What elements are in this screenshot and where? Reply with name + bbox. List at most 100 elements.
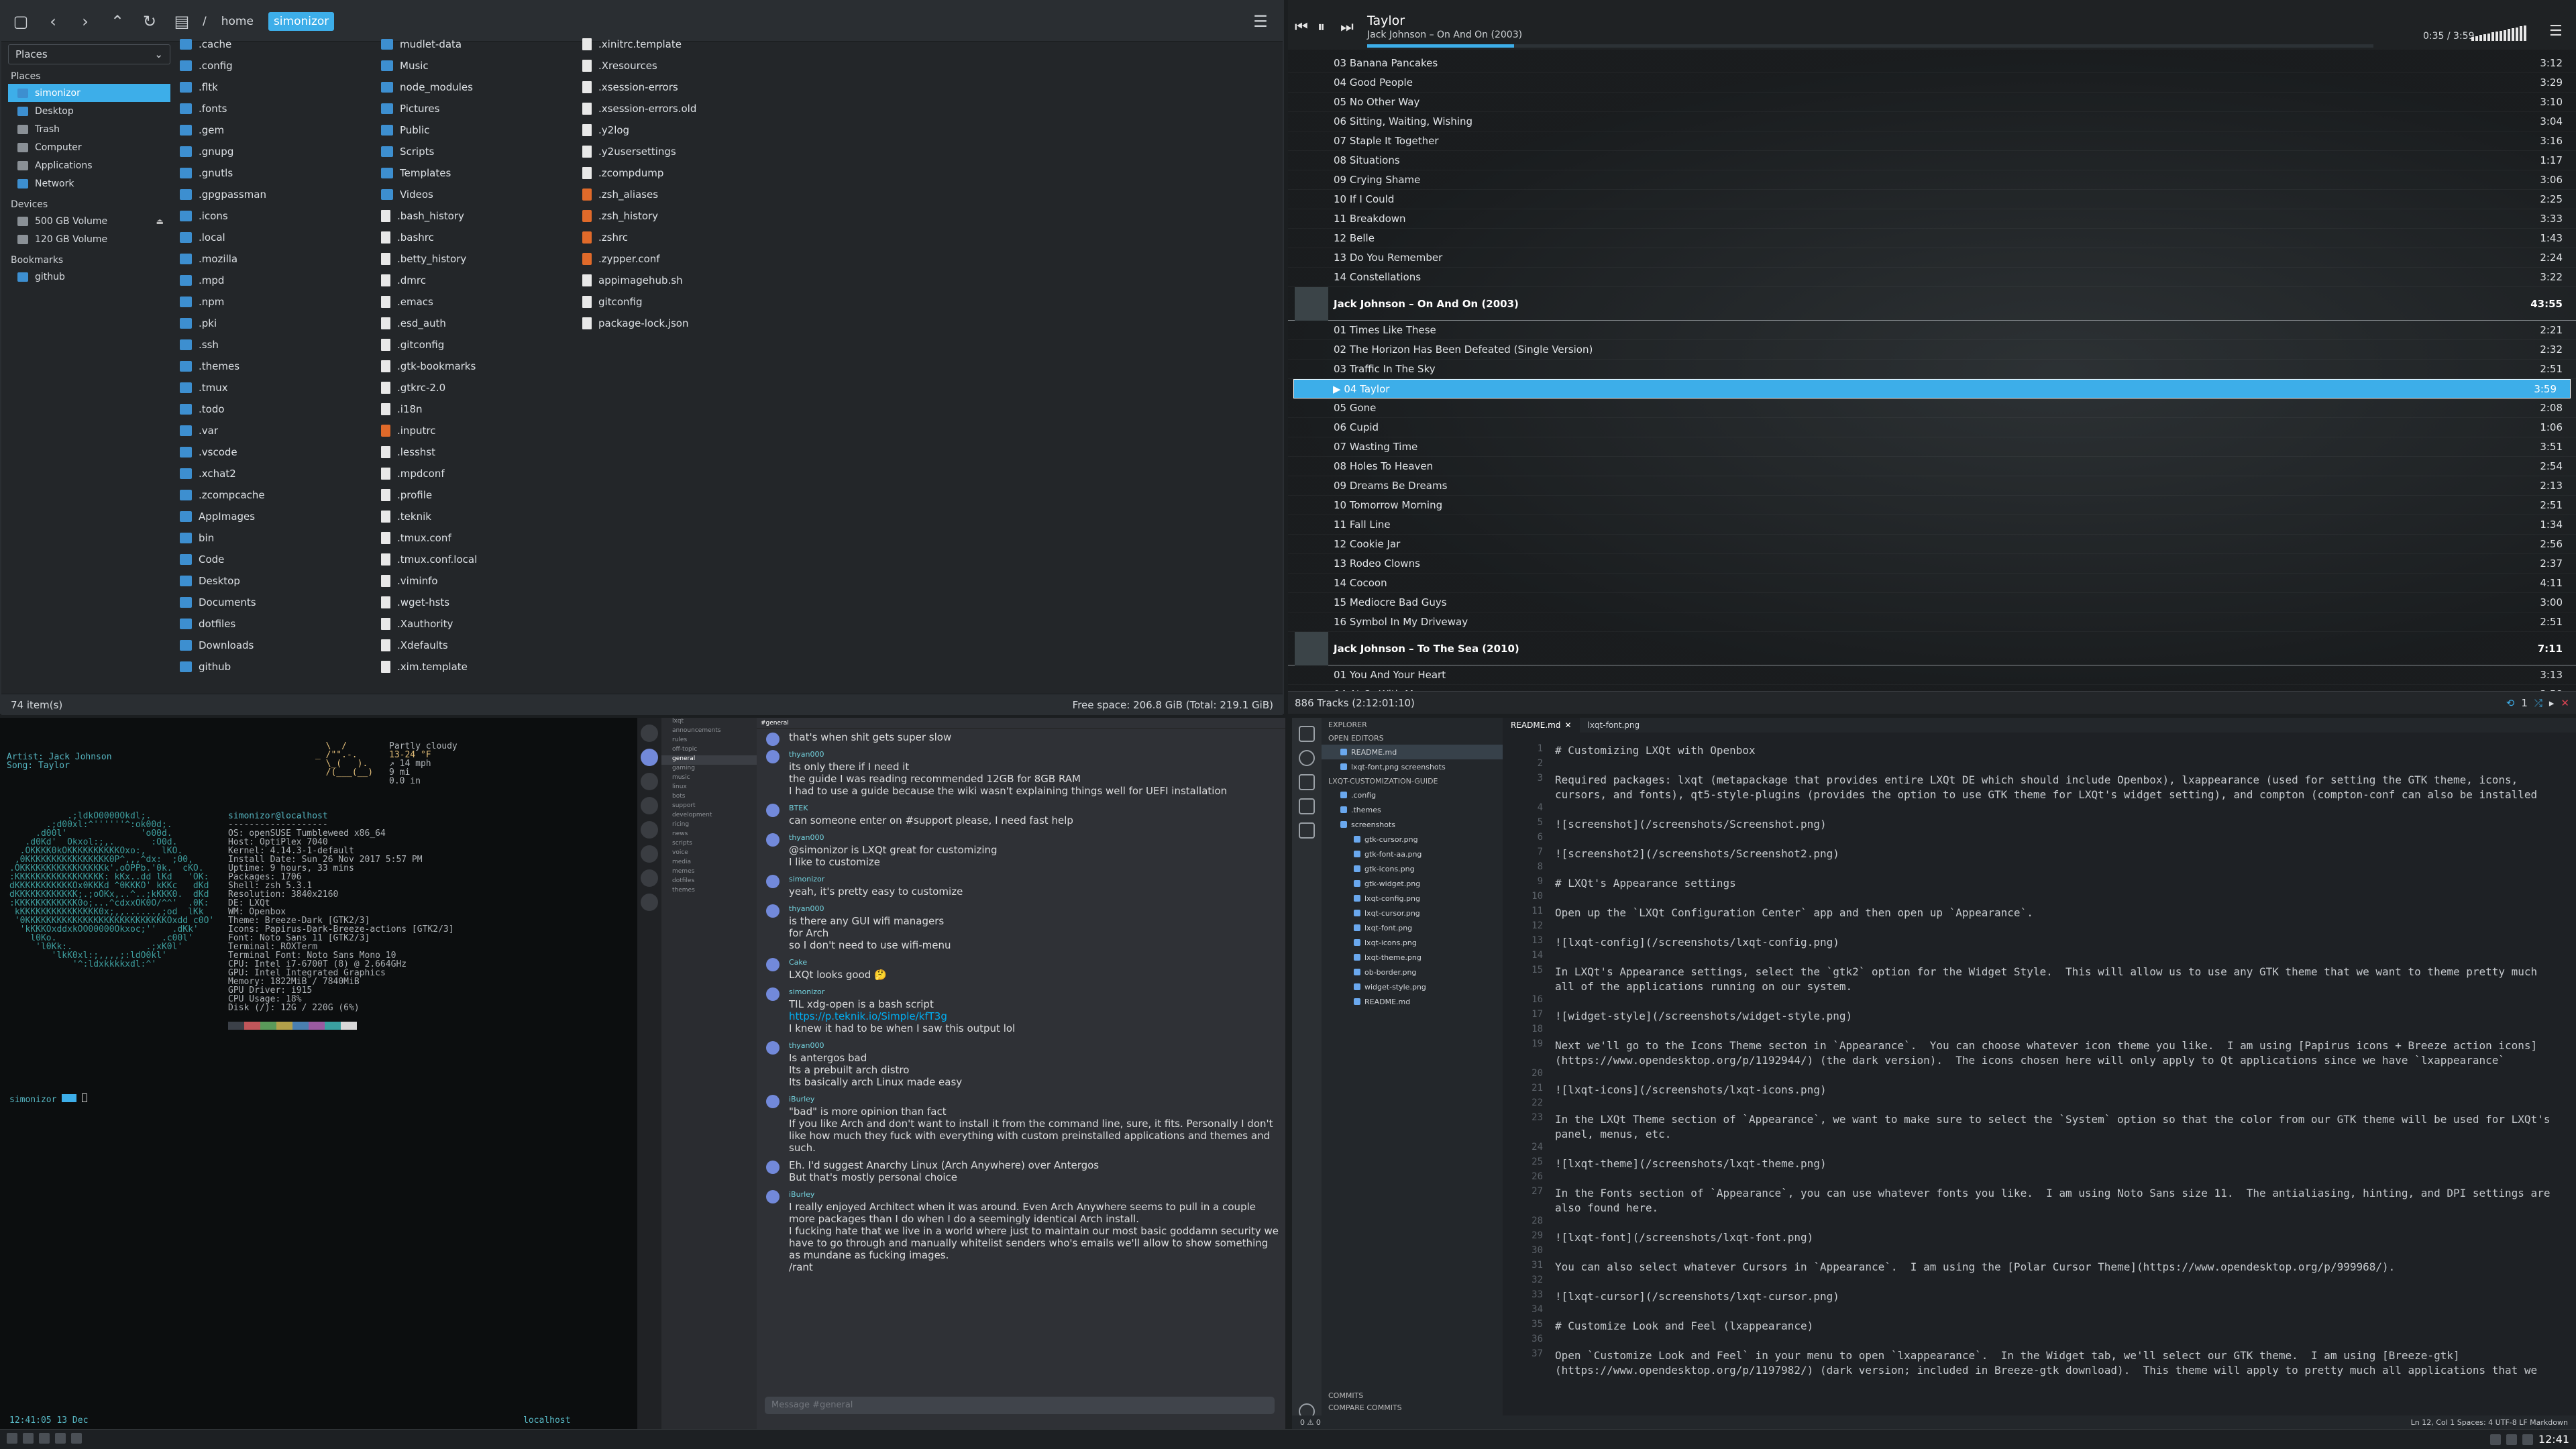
file-item[interactable]: .gem <box>177 119 378 141</box>
place-trash[interactable]: Trash <box>8 120 170 138</box>
user-avatar[interactable] <box>766 750 780 763</box>
tree-item[interactable]: lxqt-font.png <box>1322 920 1503 935</box>
file-item[interactable]: .zcompcache <box>177 484 378 506</box>
user-avatar[interactable] <box>766 1041 780 1055</box>
file-item[interactable]: .mpdconf <box>378 463 580 484</box>
channel-item[interactable]: dotfiles <box>661 877 757 887</box>
file-item[interactable]: .xsession-errors.old <box>580 98 781 119</box>
channel-item[interactable]: lxqt <box>661 718 757 727</box>
file-item[interactable]: Downloads <box>177 635 378 656</box>
back-button[interactable]: ‹ <box>42 10 64 33</box>
device-500gb[interactable]: 500 GB Volume ⏏ <box>8 212 170 230</box>
menu-icon[interactable]: ☰ <box>1249 10 1272 33</box>
channel-item[interactable]: development <box>661 812 757 821</box>
tree-item[interactable]: gtk-font-aa.png <box>1322 847 1503 861</box>
file-item[interactable]: .themes <box>177 356 378 377</box>
seek-bar[interactable] <box>1367 44 2373 48</box>
track-row[interactable]: 16 Symbol In My Driveway 2:51 <box>1288 612 2576 632</box>
browser-launcher-icon[interactable] <box>55 1432 66 1444</box>
track-row[interactable]: 14 Cocoon 4:11 <box>1288 574 2576 593</box>
breadcrumb-simonizor[interactable]: simonizor <box>268 11 335 31</box>
file-item[interactable]: .xchat2 <box>177 463 378 484</box>
file-item[interactable]: .bash_history <box>378 205 580 227</box>
file-item[interactable]: .gnupg <box>177 141 378 162</box>
track-row[interactable]: 11 Fall Line 1:34 <box>1288 515 2576 535</box>
terminal-launcher-icon[interactable] <box>39 1432 50 1444</box>
track-row[interactable]: 01 You And Your Heart 3:13 <box>1288 665 2576 685</box>
track-row[interactable]: 06 Sitting, Waiting, Wishing 3:04 <box>1288 112 2576 131</box>
track-row[interactable]: 15 Mediocre Bad Guys 3:00 <box>1288 593 2576 612</box>
place-computer[interactable]: Computer <box>8 138 170 156</box>
file-item[interactable]: .xim.template <box>378 656 580 678</box>
file-item[interactable]: .icons <box>177 205 378 227</box>
file-item[interactable]: .viminfo <box>378 570 580 592</box>
tree-item[interactable]: README.md <box>1322 994 1503 1009</box>
track-row[interactable]: 03 Traffic In The Sky 2:51 <box>1288 360 2576 379</box>
file-item[interactable]: .y2usersettings <box>580 141 781 162</box>
tree-item[interactable]: screenshots <box>1322 817 1503 832</box>
repeat-icon[interactable]: ⟲ <box>2506 697 2515 709</box>
file-item[interactable]: .wget-hsts <box>378 592 580 613</box>
volume-tray-icon[interactable] <box>2506 1434 2517 1445</box>
server-icon[interactable] <box>641 894 658 911</box>
file-item[interactable]: .betty_history <box>378 248 580 270</box>
open-editor-item[interactable]: README.md <box>1322 745 1503 759</box>
code-text[interactable]: # Customizing LXQt with Openbox Required … <box>1555 743 2561 1378</box>
user-avatar[interactable] <box>766 1161 780 1174</box>
message-author[interactable]: thyan000 <box>789 1040 1279 1052</box>
file-item[interactable]: .gitconfig <box>378 334 580 356</box>
file-item[interactable]: dotfiles <box>177 613 378 635</box>
track-row[interactable]: 04 Good People 3:29 <box>1288 73 2576 93</box>
file-item[interactable]: .lesshst <box>378 441 580 463</box>
file-item[interactable]: .zshrc <box>580 227 781 248</box>
problems-count[interactable]: 0 ⚠ 0 <box>1300 1418 1321 1427</box>
track-row[interactable]: 09 Dreams Be Dreams 2:13 <box>1288 476 2576 496</box>
search-icon[interactable] <box>1299 750 1315 766</box>
track-row[interactable]: 07 Staple It Together 3:16 <box>1288 131 2576 151</box>
channel-item[interactable]: memes <box>661 868 757 877</box>
track-row[interactable]: 13 Do You Remember 2:24 <box>1288 248 2576 268</box>
shell-prompt[interactable]: simonizor <box>9 1093 88 1105</box>
commits-heading[interactable]: COMMITS <box>1322 1389 1370 1402</box>
app-menu-icon[interactable] <box>7 1432 17 1444</box>
up-button[interactable]: ⌃ <box>106 10 129 33</box>
user-avatar[interactable] <box>766 804 780 817</box>
file-item[interactable]: .var <box>177 420 378 441</box>
network-tray-icon[interactable] <box>2489 1434 2501 1445</box>
track-row[interactable]: 08 Situations 1:17 <box>1288 151 2576 170</box>
track-row[interactable]: 07 Wasting Time 3:51 <box>1288 437 2576 457</box>
track-row[interactable]: 01 Times Like These 2:21 <box>1288 321 2576 340</box>
tab-lxqt-font[interactable]: lxqt-font.png <box>1580 718 1648 733</box>
track-row[interactable]: 12 Cookie Jar 2:56 <box>1288 535 2576 554</box>
shuffle-icon[interactable]: ⤮ <box>2534 697 2542 709</box>
file-item[interactable]: .gpgpassman <box>177 184 378 205</box>
message-author[interactable]: thyan000 <box>789 903 1279 915</box>
file-item[interactable]: Documents <box>177 592 378 613</box>
track-row[interactable]: 02 The Horizon Has Been Defeated (Single… <box>1288 340 2576 360</box>
place-desktop[interactable]: Desktop <box>8 102 170 120</box>
track-row[interactable]: 13 Rodeo Clowns 2:37 <box>1288 554 2576 574</box>
channel-item[interactable]: rules <box>661 737 757 746</box>
tree-item[interactable]: gtk-icons.png <box>1322 861 1503 876</box>
user-avatar[interactable] <box>766 875 780 888</box>
message-author[interactable]: Cake <box>789 957 1279 969</box>
server-icon[interactable] <box>641 773 658 790</box>
source-control-icon[interactable] <box>1299 774 1315 790</box>
file-item[interactable]: .profile <box>378 484 580 506</box>
breadcrumb-home[interactable]: home <box>216 12 259 31</box>
channel-item[interactable]: off-topic <box>661 746 757 755</box>
device-120gb[interactable]: 120 GB Volume <box>8 230 170 248</box>
file-item[interactable]: Public <box>378 119 580 141</box>
track-row[interactable]: 08 Holes To Heaven 2:54 <box>1288 457 2576 476</box>
file-item[interactable]: .tmux.conf <box>378 527 580 549</box>
user-avatar[interactable] <box>766 833 780 847</box>
message-input[interactable]: Message #general <box>765 1397 1275 1414</box>
volume-slider[interactable] <box>2471 25 2528 42</box>
tree-item[interactable]: lxqt-cursor.png <box>1322 906 1503 920</box>
message-author[interactable]: simonizor <box>789 873 1279 885</box>
file-item[interactable]: .todo <box>177 398 378 420</box>
file-item[interactable]: .y2log <box>580 119 781 141</box>
user-avatar[interactable] <box>766 1190 780 1203</box>
eject-icon[interactable]: ⏏ <box>156 217 164 226</box>
close-icon[interactable]: ✕ <box>2561 697 2569 709</box>
